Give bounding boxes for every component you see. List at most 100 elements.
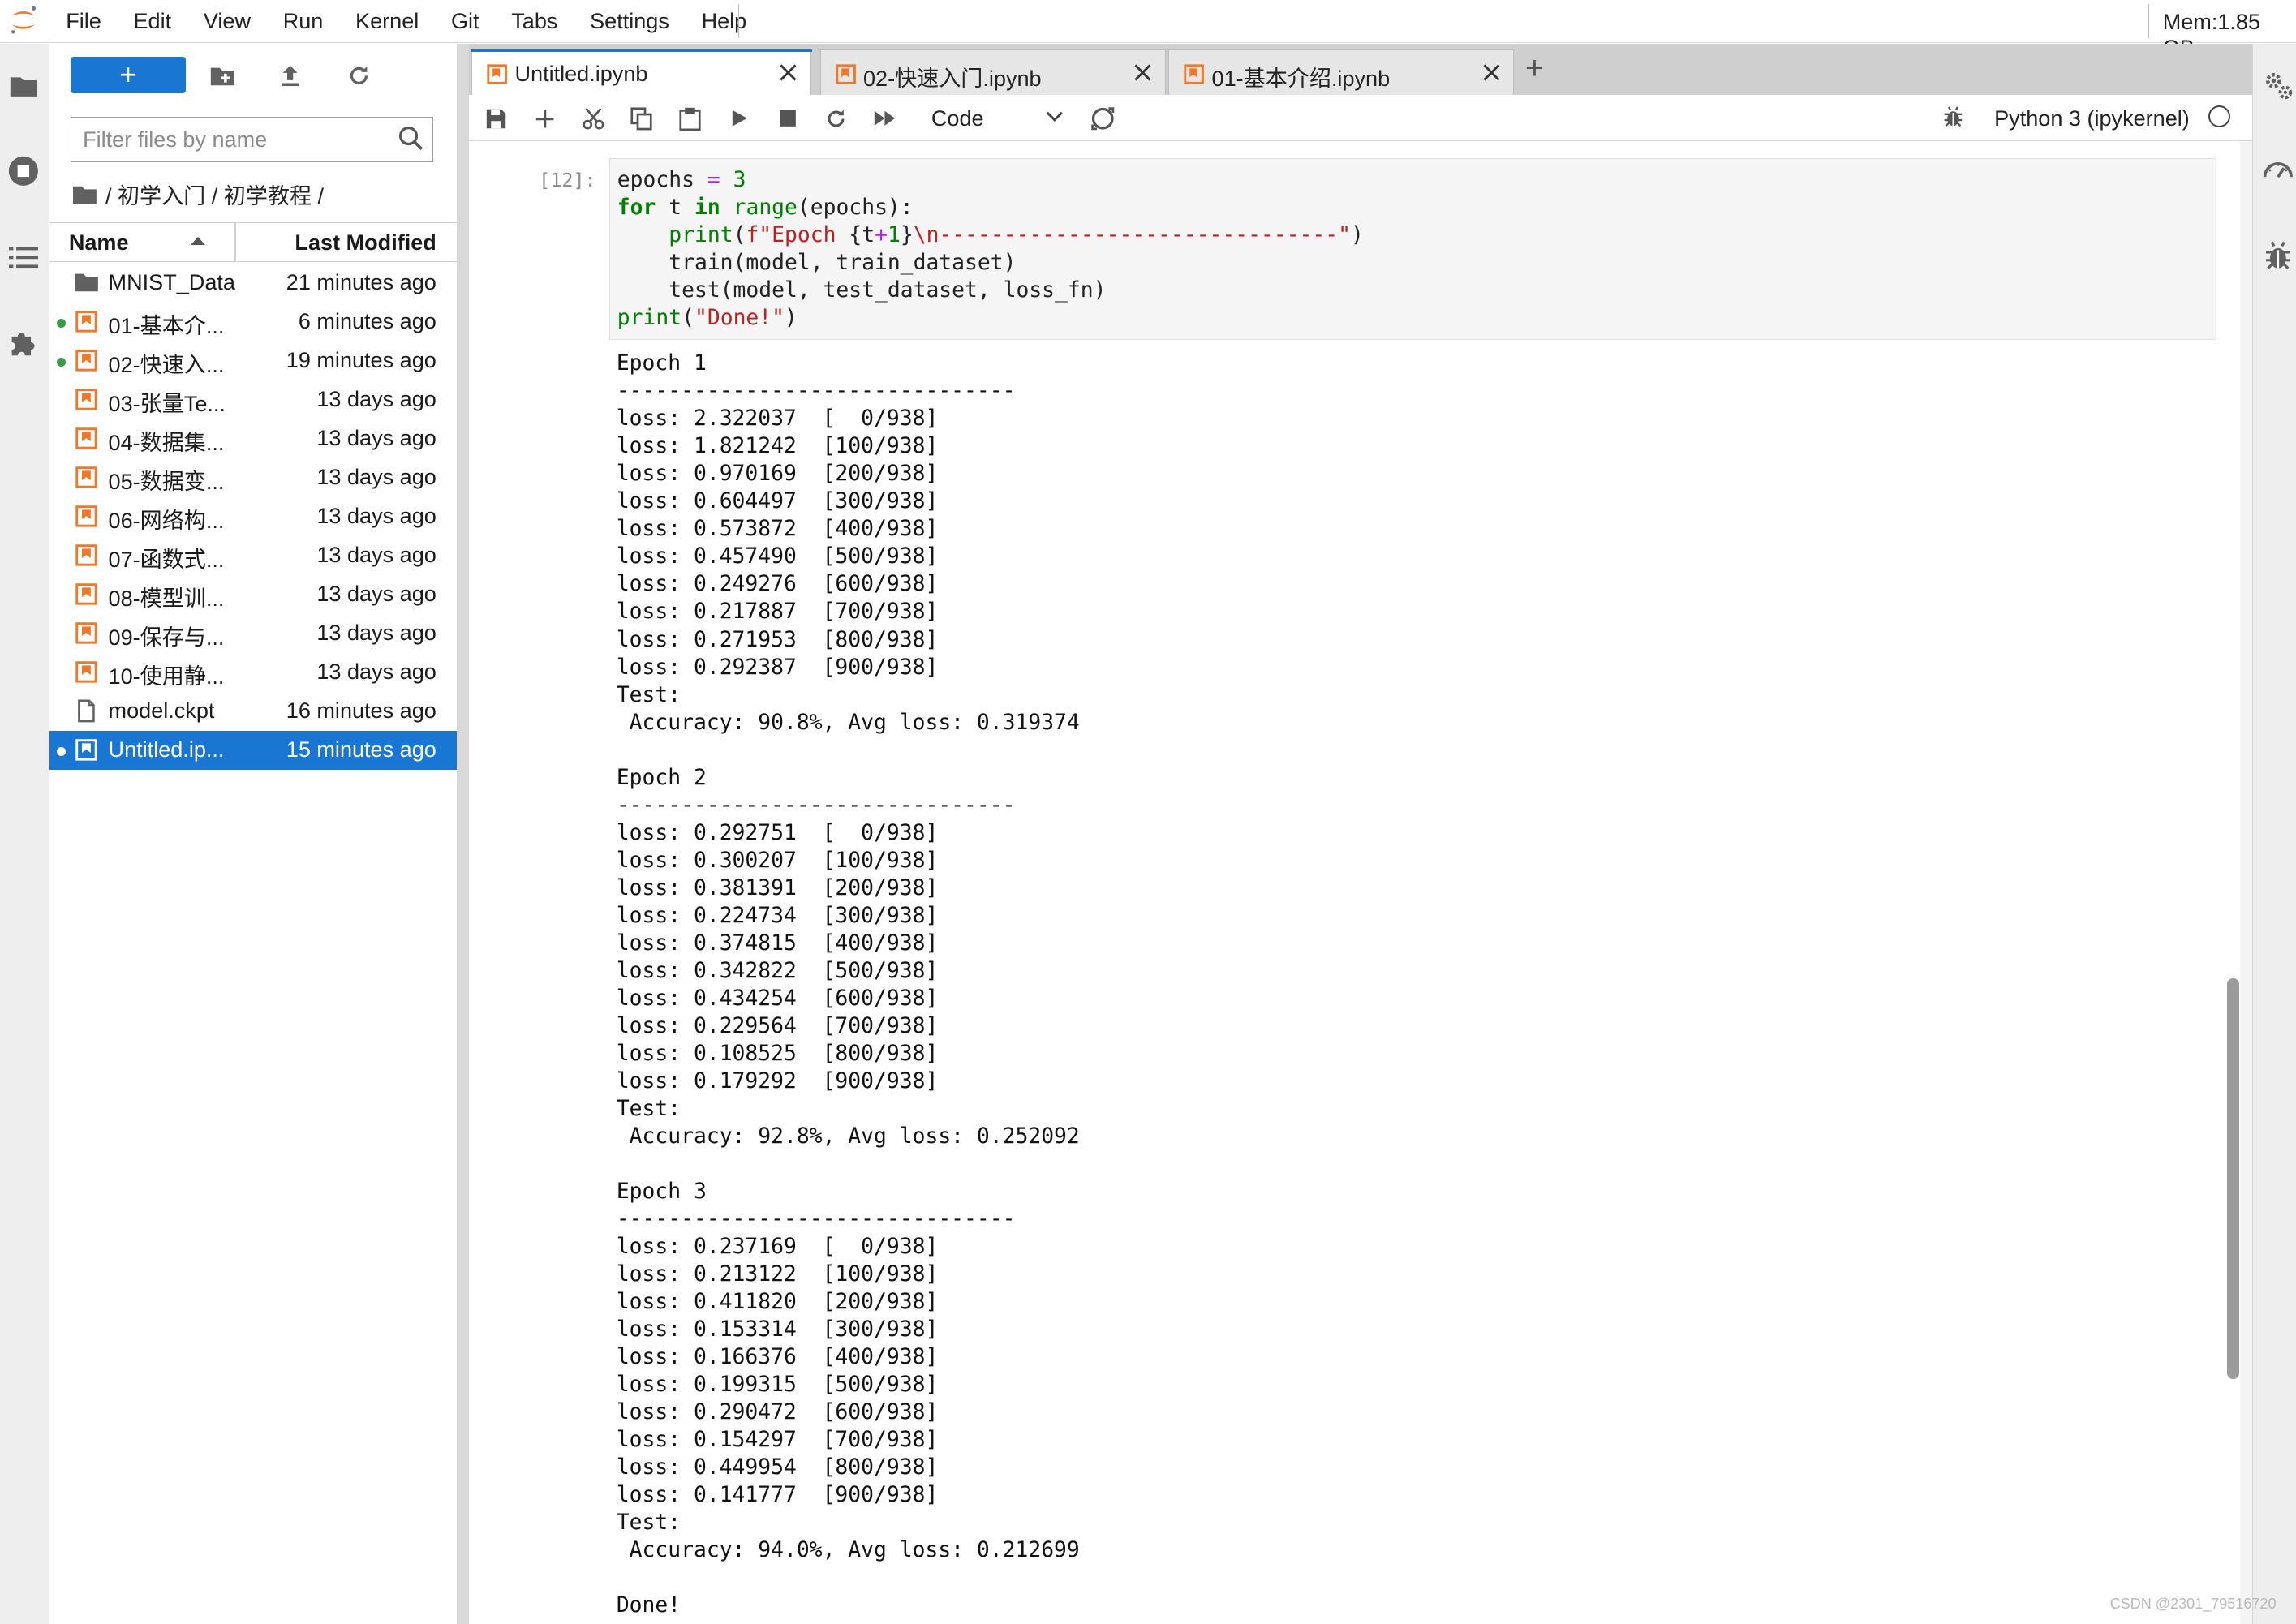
gauge-icon[interactable] xyxy=(2262,155,2294,187)
code-cell-editor[interactable]: epochs = 3 for t in range(epochs): print… xyxy=(608,157,2217,340)
file-list-row[interactable]: Untitled.ip... 15 minutes ago xyxy=(49,730,458,770)
running-indicator xyxy=(57,746,67,756)
tab-01-intro[interactable]: 01-基本介绍.ipynb xyxy=(1168,49,1515,96)
memory-divider xyxy=(2148,4,2150,38)
close-icon[interactable] xyxy=(1131,61,1154,84)
menu-git[interactable]: Git xyxy=(435,8,495,34)
property-inspector-gears-icon[interactable] xyxy=(2262,69,2294,101)
notebook-scrollbar-track[interactable] xyxy=(2240,142,2252,1624)
file-list-row[interactable]: 08-模型训... 13 days ago xyxy=(49,575,457,614)
file-list-header: Name Last Modified xyxy=(49,222,458,263)
jupyter-logo-icon[interactable] xyxy=(7,4,40,37)
file-list-row[interactable]: 03-张量Te... 13 days ago xyxy=(49,380,457,419)
file-browser-tab[interactable] xyxy=(6,69,41,104)
file-modified: 19 minutes ago xyxy=(286,347,436,373)
menu-tabs[interactable]: Tabs xyxy=(495,8,574,34)
file-modified: 13 days ago xyxy=(316,503,436,529)
copy-button[interactable] xyxy=(626,104,656,133)
file-list-row[interactable]: model.ckpt 16 minutes ago xyxy=(49,692,457,731)
upload-button[interactable] xyxy=(273,60,306,92)
document-tab-bar: Untitled.ipynb 02-快速入门.ipynb 01-基本介绍.ipy… xyxy=(468,44,2252,97)
save-icon xyxy=(487,109,506,128)
home-folder-icon[interactable] xyxy=(73,185,97,204)
file-list-row[interactable]: 09-保存与... 13 days ago xyxy=(49,614,457,653)
restart-kernel-button[interactable] xyxy=(821,104,850,133)
git-diff-button[interactable] xyxy=(1088,104,1117,133)
close-icon[interactable] xyxy=(776,61,800,84)
file-list-row[interactable]: 04-数据集... 13 days ago xyxy=(49,419,457,458)
table-of-contents-tab[interactable] xyxy=(6,240,41,275)
extensions-tab[interactable] xyxy=(6,325,41,360)
restart-run-all-button[interactable] xyxy=(870,104,899,133)
tab-untitled[interactable]: Untitled.ipynb xyxy=(471,49,812,97)
stop-icon xyxy=(780,110,796,127)
tab-02-quickstart[interactable]: 02-快速入门.ipynb xyxy=(819,49,1166,96)
file-modified: 13 days ago xyxy=(316,620,436,646)
interrupt-kernel-button[interactable] xyxy=(773,104,802,133)
search-icon xyxy=(398,127,423,151)
menu-edit[interactable]: Edit xyxy=(118,8,187,34)
file-modified: 13 days ago xyxy=(316,581,436,607)
file-list-row[interactable]: 06-网络构... 13 days ago xyxy=(49,497,457,536)
kernel-name[interactable]: Python 3 (ipykernel) xyxy=(1994,105,2190,131)
file-list-row[interactable]: 05-数据变... 13 days ago xyxy=(49,458,457,497)
column-modified-header[interactable]: Last Modified xyxy=(295,230,436,256)
save-button[interactable] xyxy=(482,104,511,133)
running-indicator xyxy=(57,357,67,367)
code-source[interactable]: epochs = 3 for t in range(epochs): print… xyxy=(617,166,1364,333)
code-line-1: epochs = 3 xyxy=(617,168,746,192)
cut-button[interactable] xyxy=(578,104,608,133)
running-indicator xyxy=(57,318,67,328)
file-list-row[interactable]: MNIST_Data 21 minutes ago xyxy=(49,264,457,303)
paste-icon xyxy=(678,107,701,131)
insert-cell-button[interactable] xyxy=(530,104,559,133)
cell-type-select[interactable]: Code xyxy=(931,102,1066,133)
run-cell-button[interactable] xyxy=(724,104,754,133)
paste-button[interactable] xyxy=(675,104,704,133)
code-token: 3 xyxy=(733,167,746,192)
tab-label: Untitled.ipynb xyxy=(514,60,648,86)
column-name-header[interactable]: Name xyxy=(69,230,129,256)
code-token: ) xyxy=(785,306,798,331)
new-launcher-button[interactable]: + xyxy=(70,57,187,94)
notebook-scrollbar-thumb[interactable] xyxy=(2227,977,2239,1380)
menu-help[interactable]: Help xyxy=(686,8,763,34)
menu-list: File Edit View Run Kernel Git Tabs Setti… xyxy=(49,0,763,42)
code-line-5: test(model, test_dataset, loss_fn) xyxy=(617,278,1107,303)
file-name: 08-模型训... xyxy=(108,586,225,612)
file-list-row[interactable]: 02-快速入... 19 minutes ago xyxy=(49,342,457,380)
file-list-row[interactable]: 01-基本介... 6 minutes ago xyxy=(49,303,457,342)
file-name: 05-数据变... xyxy=(108,469,225,495)
code-token: f"Epoch xyxy=(746,223,849,248)
refresh-button[interactable] xyxy=(342,60,375,92)
code-token: ( xyxy=(681,306,694,331)
menu-view[interactable]: View xyxy=(187,8,267,34)
code-token: t xyxy=(656,195,694,221)
breadcrumb-path[interactable]: / 初学入门 / 初学教程 / xyxy=(105,178,324,210)
file-name: 01-基本介... xyxy=(108,313,225,339)
debugger-bug-icon[interactable] xyxy=(2262,240,2294,273)
menu-kernel[interactable]: Kernel xyxy=(339,8,435,34)
file-list-row[interactable]: 10-使用静... 13 days ago xyxy=(49,653,457,692)
menu-file[interactable]: File xyxy=(49,8,117,34)
filter-files-input[interactable] xyxy=(83,118,376,161)
left-sidebar-tabs xyxy=(0,44,49,1624)
menu-run[interactable]: Run xyxy=(267,8,339,34)
new-folder-button[interactable] xyxy=(206,60,239,92)
file-modified: 13 days ago xyxy=(316,425,436,451)
kernel-idle-icon xyxy=(2208,105,2231,128)
menu-settings[interactable]: Settings xyxy=(574,8,685,34)
fast-forward-icon xyxy=(874,111,895,127)
add-tab-button[interactable]: + xyxy=(1517,52,1552,88)
bug-icon[interactable] xyxy=(1941,105,1965,129)
file-list-row[interactable]: 07-函数式... 13 days ago xyxy=(49,536,457,575)
sidebar-splitter[interactable] xyxy=(457,44,469,1624)
running-sessions-tab[interactable] xyxy=(6,154,41,189)
close-icon[interactable] xyxy=(1480,61,1503,84)
file-modified: 15 minutes ago xyxy=(286,737,436,763)
file-name: 04-数据集... xyxy=(108,430,225,456)
upload-icon xyxy=(281,66,299,87)
file-name: 09-保存与... xyxy=(108,625,225,651)
